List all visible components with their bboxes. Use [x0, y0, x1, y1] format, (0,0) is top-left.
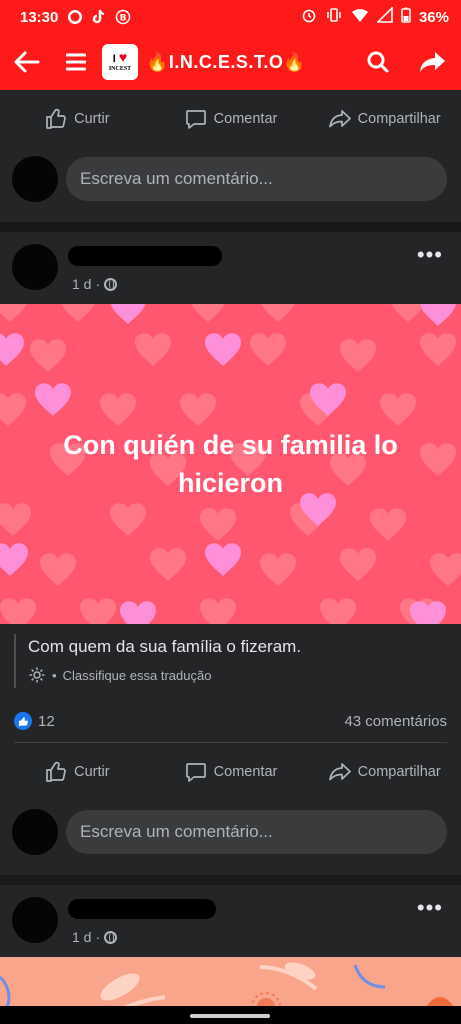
post: 1 d · ••• Con quién de su familia lo hic… — [0, 232, 461, 875]
group-logo[interactable]: I ♥ INCEST — [102, 44, 138, 80]
divider — [0, 875, 461, 885]
post-subline: 1 d · — [68, 276, 222, 292]
share-label: Compartilhar — [357, 111, 441, 127]
wifi-icon — [351, 7, 369, 27]
signal-icon — [376, 6, 393, 27]
post-time[interactable]: 1 d — [72, 929, 91, 945]
bitcoin-icon: B — [114, 8, 132, 26]
like-label: Curtir — [74, 764, 110, 780]
like-button[interactable]: Curtir — [0, 107, 154, 131]
thumbs-up-icon — [46, 761, 66, 782]
floral-background — [0, 957, 461, 1006]
arrow-left-icon — [14, 51, 40, 73]
vibrate-icon — [325, 7, 343, 27]
separator: · — [95, 929, 101, 945]
reactions[interactable]: 12 — [14, 712, 55, 730]
share-label: Compartilhar — [357, 764, 441, 780]
more-options-icon[interactable]: ••• — [417, 242, 443, 268]
status-bar: 13:30 B 36% — [0, 0, 461, 34]
author-avatar[interactable] — [12, 897, 58, 943]
search-icon — [367, 51, 389, 73]
comment-label: Comentar — [213, 764, 278, 780]
share-post-button[interactable]: Compartilhar — [307, 107, 461, 131]
author-avatar[interactable] — [12, 244, 58, 290]
translated-text: Com quem da sua família o fizeram. — [28, 637, 302, 656]
speech-bubble-icon — [185, 110, 206, 129]
comment-label: Comentar — [213, 111, 278, 127]
more-options-icon[interactable]: ••• — [417, 895, 443, 921]
whatsapp-icon — [66, 8, 84, 26]
rate-translation-label: Classifique essa tradução — [62, 667, 212, 683]
like-count: 12 — [38, 712, 55, 730]
globe-icon — [104, 930, 118, 944]
feed[interactable]: Curtir Comentar Compartilhar Escreva um … — [0, 90, 461, 1006]
author-name-redacted[interactable] — [68, 246, 222, 266]
home-gesture-handle[interactable] — [190, 1014, 270, 1018]
back-button[interactable] — [0, 51, 54, 73]
tiktok-icon — [90, 8, 108, 26]
like-button[interactable]: Curtir — [0, 760, 154, 784]
post-image[interactable]: Con quién de su familia lo hicieron — [0, 304, 461, 624]
app-bar: I ♥ INCEST 🔥I.N.C.E.S.T.O🔥 — [0, 34, 461, 90]
comment-input[interactable]: Escreva um comentário... — [66, 157, 447, 201]
battery-percent: 36% — [418, 8, 449, 26]
status-time: 13:30 — [20, 8, 59, 26]
gear-icon — [29, 667, 45, 683]
post-image[interactable] — [0, 957, 461, 1006]
svg-text:B: B — [120, 14, 127, 24]
share-arrow-icon — [420, 52, 445, 72]
separator: · — [95, 276, 101, 292]
alarm-icon — [301, 7, 317, 27]
post-stats: 12 43 comentários — [14, 688, 447, 743]
logo-caption: INCEST — [108, 66, 132, 72]
avatar[interactable] — [12, 156, 58, 202]
comment-composer: Escreva um comentário... — [0, 148, 461, 210]
author-name-redacted[interactable] — [68, 899, 216, 919]
battery-icon — [401, 7, 411, 27]
comment-composer: Escreva um comentário... — [0, 801, 461, 863]
post-time[interactable]: 1 d — [72, 276, 91, 292]
post-image-text: Con quién de su familia lo hicieron — [63, 430, 398, 498]
status-right: 36% — [301, 6, 449, 27]
rate-translation[interactable]: • Classifique essa tradução — [28, 666, 447, 688]
heart-icon: ♥ — [118, 49, 128, 65]
action-bar: Curtir Comentar Compartilhar — [0, 90, 461, 148]
share-button[interactable] — [405, 50, 461, 74]
post-meta: 1 d · — [68, 899, 216, 945]
post-header: 1 d · ••• — [0, 232, 461, 304]
comment-count[interactable]: 43 comentários — [344, 713, 447, 730]
comment-button[interactable]: Comentar — [154, 107, 308, 131]
logo-letter: I — [112, 53, 116, 65]
globe-icon — [104, 277, 118, 291]
group-title[interactable]: 🔥I.N.C.E.S.T.O🔥 — [146, 52, 351, 73]
thumbs-up-icon — [46, 108, 66, 129]
share-icon — [328, 763, 351, 781]
comment-input[interactable]: Escreva um comentário... — [66, 810, 447, 854]
post-header: 1 d · ••• — [0, 885, 461, 957]
share-post-button[interactable]: Compartilhar — [307, 760, 461, 784]
post-meta: 1 d · — [68, 246, 222, 292]
like-reaction-icon — [14, 712, 32, 730]
hamburger-icon — [66, 53, 86, 71]
like-label: Curtir — [74, 111, 110, 127]
translation-block: Com quem da sua família o fizeram. • Cla… — [0, 624, 461, 688]
divider — [0, 222, 461, 232]
avatar[interactable] — [12, 809, 58, 855]
speech-bubble-icon — [185, 763, 206, 782]
previous-post-footer: Curtir Comentar Compartilhar Escreva um … — [0, 90, 461, 222]
post-subline: 1 d · — [68, 929, 216, 945]
bullet: • — [52, 667, 57, 683]
menu-button[interactable] — [54, 53, 98, 71]
next-post: 1 d · ••• — [0, 885, 461, 1006]
share-icon — [328, 110, 351, 128]
comment-button[interactable]: Comentar — [154, 760, 308, 784]
system-nav-bar — [0, 1006, 461, 1024]
action-bar: Curtir Comentar Compartilhar — [0, 743, 461, 801]
search-button[interactable] — [351, 50, 405, 74]
